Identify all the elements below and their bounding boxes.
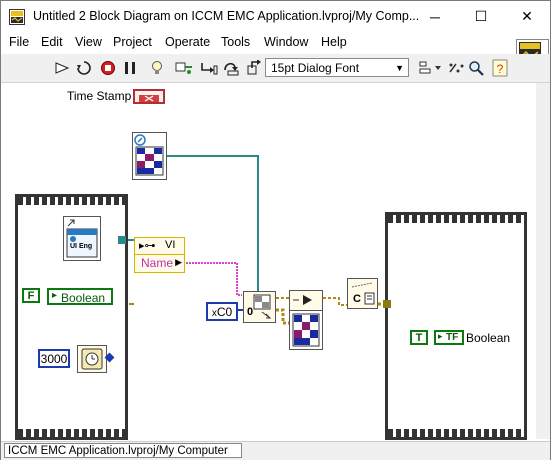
timestamp-label: Time Stamp	[67, 89, 132, 103]
block-diagram-canvas[interactable]: Time Stamp UI Eng ▸⊶ VI Name ▶ F ▸ Boole…	[1, 83, 535, 440]
context-help-icon[interactable]: ?	[491, 59, 509, 77]
close-icon: ✕	[521, 8, 533, 24]
property-name[interactable]: Name	[141, 256, 173, 270]
maximize-icon: ☐	[474, 8, 488, 24]
retain-wire-values-icon[interactable]	[175, 59, 193, 77]
vi-reference-icon	[66, 219, 98, 258]
frame-film-bottom	[18, 429, 125, 437]
wait-ms-constant[interactable]: 3000	[38, 349, 70, 368]
abort-execution-icon[interactable]	[99, 59, 117, 77]
labview-app-icon	[9, 9, 25, 25]
highlight-execution-icon[interactable]	[148, 59, 166, 77]
project-context: ICCM EMC Application.lvproj/My Computer	[4, 443, 242, 458]
stopwatch-icon	[81, 348, 103, 370]
right-frame-tunnel	[383, 300, 391, 308]
error-wire-3	[323, 297, 347, 306]
right-frame-film-bottom	[388, 429, 524, 437]
timestamp-icon	[139, 95, 159, 102]
property-node-header: ▸⊶ VI	[135, 238, 184, 255]
hex-constant[interactable]: xC0	[206, 302, 238, 321]
toolbar: 15pt Dialog Font ▼ ?	[1, 54, 550, 83]
property-output-arrow-icon: ▶	[175, 257, 182, 267]
boolean-indicator-right-label: Boolean	[466, 331, 511, 345]
font-selector[interactable]: 15pt Dialog Font ▼	[265, 58, 409, 77]
picture-grid-icon	[292, 313, 320, 347]
indicator-right-arrow-icon: ▸	[438, 331, 443, 341]
run-continuously-icon[interactable]	[75, 59, 93, 77]
maximize-button[interactable]: ☐	[458, 1, 504, 32]
menu-tools[interactable]: Tools	[221, 35, 250, 49]
pause-icon[interactable]	[121, 59, 139, 77]
image-index-zero: 0	[247, 306, 254, 318]
boolean-false-constant[interactable]: F	[22, 288, 40, 303]
menu-project[interactable]: Project	[113, 35, 152, 49]
format-c-label: C	[353, 293, 361, 305]
boolean-indicator-left-label: Boolean	[61, 291, 106, 305]
tf-label: TF	[446, 332, 459, 343]
hex-value: C0	[216, 305, 233, 319]
timestamp-constant[interactable]	[133, 89, 165, 104]
boolean-indicator-right[interactable]: ▸ TF	[434, 330, 464, 345]
boolean-indicator-left[interactable]: ▸ Boolean	[47, 288, 113, 305]
format-string-node[interactable]: C	[347, 278, 378, 309]
block-diagram-window: Untitled 2 Block Diagram on ICCM EMC App…	[0, 0, 551, 460]
string-wire	[183, 262, 242, 296]
vi-ref-label: UI Eng	[70, 243, 93, 250]
menu-operate[interactable]: Operate	[165, 35, 210, 49]
menu-file[interactable]: File	[9, 35, 29, 49]
svg-text:?: ?	[497, 62, 504, 76]
run-arrow-icon[interactable]	[53, 59, 71, 77]
menu-bar: File Edit View Project Operate Tools Win…	[1, 32, 550, 53]
align-objects-icon[interactable]	[419, 59, 443, 77]
vertical-scrollbar[interactable]	[536, 83, 550, 439]
menu-window[interactable]: Window	[264, 35, 308, 49]
ui-engine-vi-ref[interactable]: UI Eng	[63, 216, 101, 261]
window-title: Untitled 2 Block Diagram on ICCM EMC App…	[33, 9, 420, 23]
vi-server-image-node[interactable]	[132, 132, 167, 180]
chevron-down-icon: ▼	[395, 63, 404, 73]
step-out-icon[interactable]	[245, 59, 263, 77]
picture-output-node[interactable]	[289, 310, 323, 350]
status-bar: ICCM EMC Application.lvproj/My Computer	[1, 441, 550, 460]
horizontal-scrollbar[interactable]	[245, 444, 533, 457]
right-frame-film-top	[388, 215, 524, 223]
error-wire-1	[276, 308, 290, 325]
minimize-button[interactable]: ─	[412, 1, 458, 32]
menu-view[interactable]: View	[75, 35, 102, 49]
font-selector-value: 15pt Dialog Font	[271, 61, 360, 75]
step-over-icon[interactable]	[223, 59, 241, 77]
close-button[interactable]: ✕	[504, 1, 550, 32]
wait-ms-node[interactable]	[77, 345, 107, 373]
draw-picture-node[interactable]	[289, 290, 323, 311]
minimize-icon: ─	[430, 8, 440, 25]
image-function-node[interactable]: 0	[243, 291, 276, 323]
menu-help[interactable]: Help	[321, 35, 347, 49]
property-node-arrow-icon: ▸⊶	[139, 240, 156, 252]
indicator-arrow-icon: ▸	[52, 290, 58, 301]
menu-edit[interactable]: Edit	[41, 35, 63, 49]
search-icon[interactable]	[467, 59, 485, 77]
right-sequence-frame[interactable]	[385, 212, 527, 440]
vi-ref-tunnel	[118, 236, 126, 244]
boolean-true-constant[interactable]: T	[410, 330, 428, 345]
property-node-class: VI	[165, 239, 176, 251]
play-arrow-icon	[293, 295, 312, 305]
image-grid-icon	[134, 134, 164, 176]
property-node[interactable]: ▸⊶ VI Name ▶	[134, 237, 185, 273]
step-into-icon[interactable]	[200, 59, 218, 77]
frame-film-top	[18, 197, 125, 205]
title-bar[interactable]: Untitled 2 Block Diagram on ICCM EMC App…	[1, 1, 550, 32]
clean-up-diagram-icon[interactable]	[448, 59, 466, 77]
